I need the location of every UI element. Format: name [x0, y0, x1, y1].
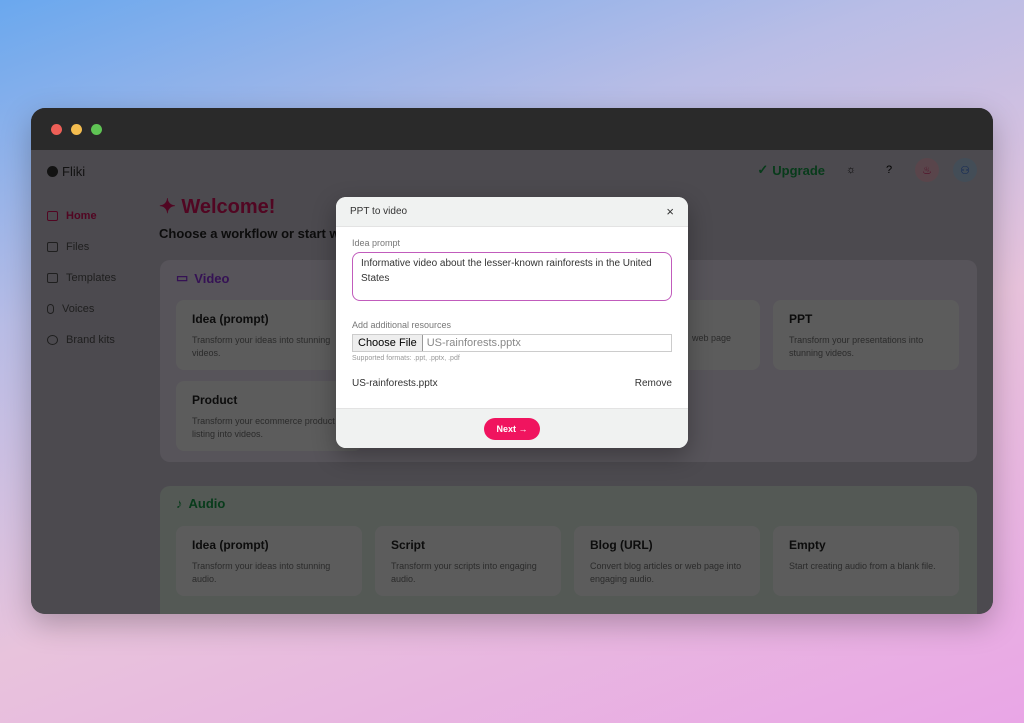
sidebar-item-label: Voices — [62, 302, 95, 315]
streak-fire-icon[interactable]: ♨ — [915, 158, 939, 182]
sidebar-item-voices[interactable]: Voices — [47, 293, 116, 324]
mic-icon — [47, 303, 54, 314]
audio-card-script[interactable]: Script Transform your scripts into engagi… — [375, 526, 561, 596]
dialog-title: PPT to video — [350, 206, 408, 217]
audio-card-empty[interactable]: Empty Start creating audio from a blank f… — [773, 526, 959, 596]
sidebar-item-label: Templates — [66, 271, 117, 284]
upgrade-button[interactable]: ✓ Upgrade — [757, 162, 825, 178]
supported-formats-hint: Supported formats: .ppt, .pptx, .pdf — [352, 355, 460, 362]
dialog-footer: Next → — [336, 408, 688, 448]
sidebar-item-label: Home — [66, 209, 97, 222]
home-icon — [47, 210, 58, 221]
video-camera-icon: ▭ — [176, 270, 189, 285]
file-input[interactable]: Choose File US-rainforests.pptx — [352, 334, 672, 352]
sidebar-item-templates[interactable]: Templates — [47, 262, 116, 293]
resources-label: Add additional resources — [352, 320, 452, 330]
close-icon[interactable]: × — [666, 204, 674, 219]
sidebar-item-home[interactable]: Home — [47, 200, 116, 231]
remove-file-button[interactable]: Remove — [635, 378, 672, 389]
idea-prompt-label: Idea prompt — [352, 238, 401, 248]
video-card-product[interactable]: Product Transform your ecommerce product … — [176, 381, 362, 451]
logo[interactable]: Fliki — [47, 164, 85, 179]
title-bar — [31, 108, 993, 150]
audio-card-blog[interactable]: Blog (URL) Convert blog articles or web p… — [574, 526, 760, 596]
choose-file-button[interactable]: Choose File — [353, 335, 423, 351]
page-title: ✦ Welcome! — [159, 196, 276, 218]
logo-text: Fliki — [62, 164, 86, 179]
palette-icon — [47, 334, 58, 345]
close-window-button[interactable] — [51, 124, 62, 135]
folder-icon — [47, 241, 58, 252]
music-note-icon: ♪ — [176, 496, 183, 511]
audio-section-title: ♪ Audio — [176, 496, 226, 511]
video-card-idea[interactable]: Idea (prompt) Transform your ideas into s… — [176, 300, 362, 370]
audio-section: ♪ Audio Idea (prompt) Transform your ideas… — [160, 486, 977, 614]
theme-toggle-sun-icon[interactable]: ☼ — [839, 158, 863, 182]
sidebar-item-label: Files — [66, 240, 90, 253]
audio-card-idea[interactable]: Idea (prompt) Transform your ideas into s… — [176, 526, 362, 596]
top-bar: ✓ Upgrade ☼ ? ♨ ⚇ — [757, 158, 977, 182]
user-avatar[interactable]: ⚇ — [953, 158, 977, 182]
sidebar-item-files[interactable]: Files — [47, 231, 116, 262]
logo-icon — [47, 166, 58, 177]
help-icon[interactable]: ? — [877, 158, 901, 182]
page-subtitle: Choose a workflow or start w — [159, 226, 340, 241]
template-icon — [47, 272, 58, 283]
video-card-ppt[interactable]: PPT Transform your presentations into stu… — [773, 300, 959, 370]
sidebar: Home Files Templates Voices Brand kits — [47, 200, 116, 355]
upgrade-label: Upgrade — [772, 162, 825, 178]
sidebar-item-brand-kits[interactable]: Brand kits — [47, 324, 116, 355]
attached-file-row: US-rainforests.pptx Remove — [352, 378, 672, 389]
file-name: US-rainforests.pptx — [426, 337, 521, 349]
attached-file-name: US-rainforests.pptx — [352, 378, 438, 389]
next-button[interactable]: Next → — [484, 417, 540, 440]
check-circle-icon: ✓ — [757, 162, 769, 177]
ppt-to-video-dialog: PPT to video × Idea prompt Informative vi… — [336, 197, 688, 448]
minimize-window-button[interactable] — [71, 124, 82, 135]
sidebar-item-label: Brand kits — [66, 333, 115, 346]
sparkle-icon: ✦ — [159, 196, 176, 218]
maximize-window-button[interactable] — [91, 124, 102, 135]
idea-prompt-input[interactable]: Informative video about the lesser-known… — [352, 252, 672, 301]
dialog-header: PPT to video × — [336, 197, 688, 227]
